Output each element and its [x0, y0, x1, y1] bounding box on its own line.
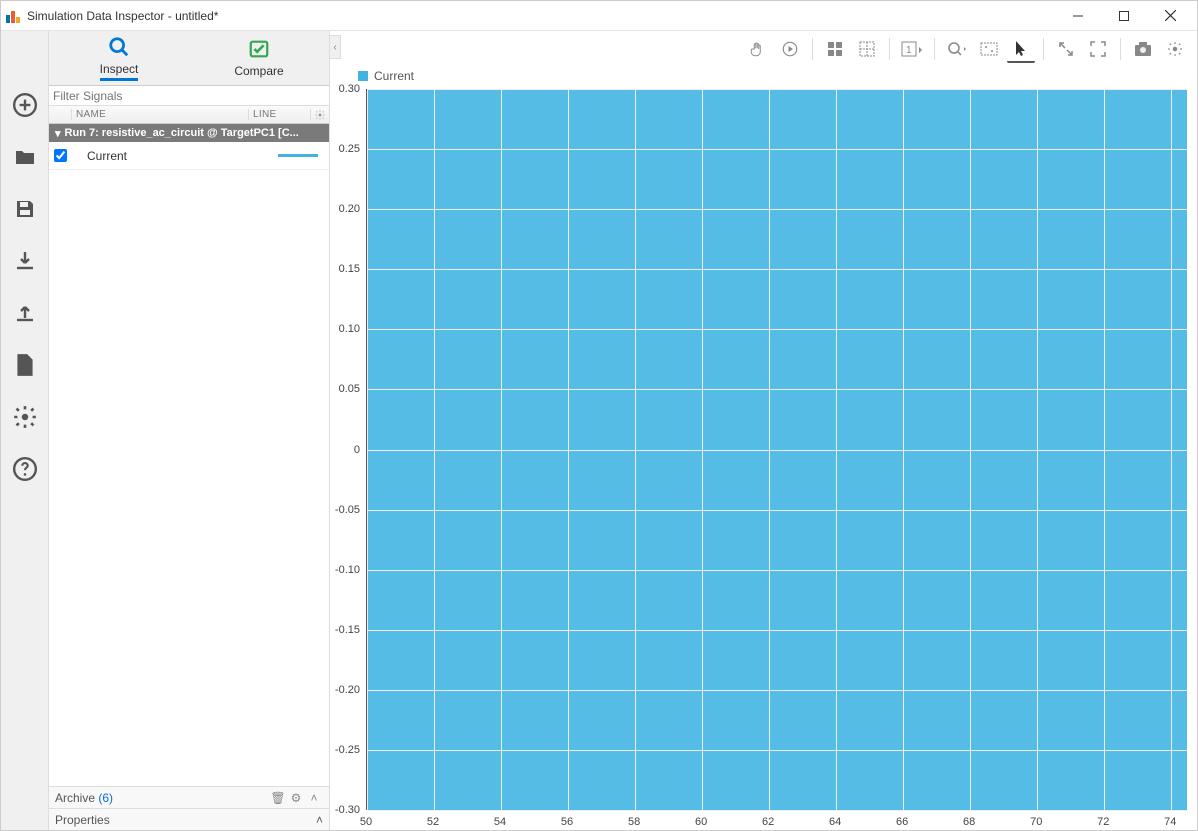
col-line-header[interactable]: LINE [249, 109, 311, 120]
gear-icon[interactable] [1161, 35, 1189, 63]
archive-collapse-icon[interactable]: ˄ [305, 791, 323, 805]
properties-label: Properties [55, 813, 110, 827]
x-tick-label: 58 [628, 816, 640, 828]
y-tick-label: 0 [330, 444, 360, 456]
signals-panel: Inspect Compare NAME LINE ▾ Run 7: resis… [49, 31, 330, 830]
titlebar: Simulation Data Inspector - untitled* [1, 1, 1197, 31]
y-tick-label: 0.05 [330, 383, 360, 395]
signal-name: Current [71, 149, 267, 163]
filter-input[interactable] [49, 86, 329, 105]
x-tick-label: 70 [1030, 816, 1042, 828]
grid-dashed-icon[interactable] [853, 35, 881, 63]
x-tick-label: 52 [427, 816, 439, 828]
run-label: Run 7: resistive_ac_circuit @ TargetPC1 … [65, 127, 299, 139]
signal-line-sample[interactable] [267, 154, 329, 157]
plot-area: ‹ 1 Current -0.30-0.25-0.20-0.1 [330, 31, 1197, 830]
x-tick-label: 54 [494, 816, 506, 828]
y-tick-label: 0.10 [330, 323, 360, 335]
camera-icon[interactable] [1129, 35, 1157, 63]
col-name-header[interactable]: NAME [71, 109, 249, 120]
legend-label: Current [374, 69, 414, 83]
y-tick-label: -0.20 [330, 684, 360, 696]
save-icon[interactable] [11, 195, 39, 223]
close-button[interactable] [1147, 1, 1193, 31]
y-tick-label: 0.15 [330, 263, 360, 275]
play-icon[interactable] [776, 35, 804, 63]
x-tick-label: 60 [695, 816, 707, 828]
x-tick-label: 74 [1164, 816, 1176, 828]
document-icon[interactable] [11, 351, 39, 379]
y-tick-label: -0.30 [330, 804, 360, 816]
y-tick-label: 0.25 [330, 143, 360, 155]
app-logo [5, 8, 21, 24]
y-tick-label: 0.30 [330, 83, 360, 95]
plot-toolbar: 1 [330, 31, 1197, 67]
fit-icon[interactable] [975, 35, 1003, 63]
archive-bar[interactable]: Archive (6) 🗑 ⚙ ˄ [49, 786, 329, 808]
inspect-tab[interactable]: Inspect [49, 31, 189, 85]
compare-tab[interactable]: Compare [189, 31, 329, 85]
panel-collapse-handle[interactable]: ‹ [329, 35, 341, 59]
x-tick-label: 56 [561, 816, 573, 828]
signal-row[interactable]: Current [49, 142, 329, 170]
properties-collapse-icon[interactable]: ˄ [316, 813, 323, 827]
help-icon[interactable] [11, 455, 39, 483]
folder-icon[interactable] [11, 143, 39, 171]
x-tick-label: 72 [1097, 816, 1109, 828]
left-toolbar [1, 31, 49, 830]
archive-delete-icon[interactable]: 🗑 [269, 791, 287, 805]
minimize-button[interactable] [1055, 1, 1101, 31]
x-tick-label: 66 [896, 816, 908, 828]
legend-swatch [358, 71, 368, 81]
svg-text:1: 1 [906, 45, 912, 56]
column-headers: NAME LINE [49, 106, 329, 124]
grid-2x2-icon[interactable] [821, 35, 849, 63]
add-icon[interactable] [11, 91, 39, 119]
export-icon[interactable] [11, 299, 39, 327]
settings-icon[interactable] [11, 403, 39, 431]
run-expand-icon: ▾ [55, 127, 61, 140]
y-tick-label: -0.25 [330, 744, 360, 756]
import-icon[interactable] [11, 247, 39, 275]
window-title: Simulation Data Inspector - untitled* [27, 9, 1055, 23]
filter-row [49, 86, 329, 106]
run-row[interactable]: ▾ Run 7: resistive_ac_circuit @ TargetPC… [49, 124, 329, 142]
expand-icon[interactable] [1052, 35, 1080, 63]
archive-count: (6) [98, 791, 113, 805]
window-buttons [1055, 1, 1193, 31]
layout-1-icon[interactable]: 1 [898, 35, 926, 63]
signal-checkbox[interactable] [54, 149, 67, 162]
x-tick-label: 50 [360, 816, 372, 828]
compare-tab-label: Compare [234, 64, 283, 78]
pan-icon[interactable] [744, 35, 772, 63]
inspect-icon [108, 36, 130, 58]
maximize-button[interactable] [1101, 1, 1147, 31]
cursor-icon[interactable] [1007, 35, 1035, 63]
x-tick-label: 62 [762, 816, 774, 828]
chart-axes[interactable] [366, 89, 1187, 810]
y-tick-label: -0.10 [330, 564, 360, 576]
x-tick-label: 64 [829, 816, 841, 828]
y-tick-label: -0.05 [330, 504, 360, 516]
y-tick-label: 0.20 [330, 203, 360, 215]
fullscreen-icon[interactable] [1084, 35, 1112, 63]
properties-bar[interactable]: Properties ˄ [49, 808, 329, 830]
x-tick-label: 68 [963, 816, 975, 828]
zoom-icon[interactable] [943, 35, 971, 63]
y-tick-label: -0.15 [330, 624, 360, 636]
archive-settings-icon[interactable]: ⚙ [287, 791, 305, 805]
archive-label: Archive [55, 791, 95, 805]
compare-icon [248, 38, 270, 60]
column-settings-icon[interactable] [311, 109, 329, 121]
chart-legend: Current [330, 67, 1197, 85]
inspect-tab-label: Inspect [100, 62, 139, 81]
chart-wrap: -0.30 -0.25 -0.20 -0.15 -0.10 -0.05 0 0.05 0.10 0… [330, 85, 1197, 830]
